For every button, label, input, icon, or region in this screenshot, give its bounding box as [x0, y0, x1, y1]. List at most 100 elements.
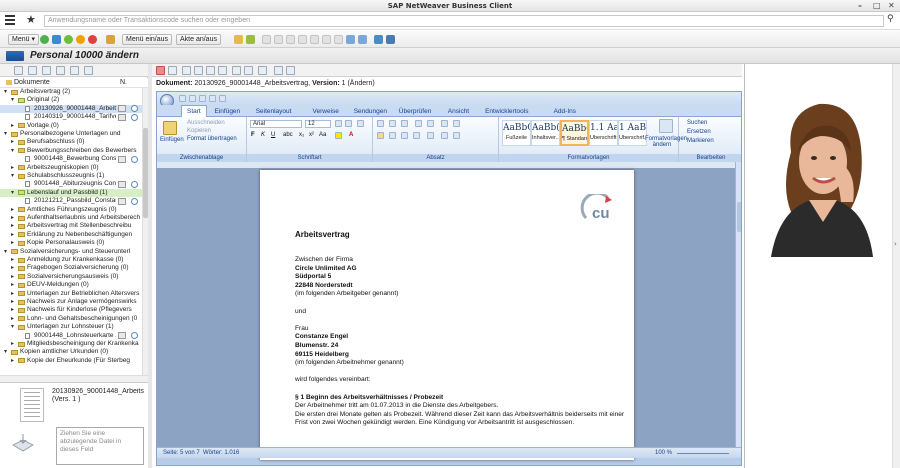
decrease-indent-icon[interactable] — [415, 120, 422, 127]
hamburger-menu-icon[interactable] — [5, 15, 15, 25]
tree-row[interactable]: ▸ Mitgliedsbescheinigung der Krankenka — [0, 340, 148, 348]
doc-tool-icon-2[interactable] — [206, 66, 215, 75]
file-toggle-button[interactable]: Akte an/aus — [176, 34, 221, 45]
tree-row[interactable]: ▸ Vorlage (0) — [0, 122, 148, 130]
tree-row[interactable]: ▾ Schulabschlusszeugnis (1) — [0, 172, 148, 180]
attachment-icon[interactable] — [118, 155, 126, 163]
expand-icon[interactable]: ▸ — [11, 357, 14, 365]
tree-tool-icon-5[interactable] — [70, 66, 79, 75]
doc-tool-icon-5[interactable] — [244, 66, 253, 75]
numbering-icon[interactable] — [389, 120, 396, 127]
tree-row[interactable]: ▾ Unterlagen zur Lohnsteuer (1) — [0, 323, 148, 331]
minimize-icon[interactable]: – — [858, 0, 862, 12]
collapse-icon[interactable]: ▾ — [11, 323, 14, 331]
line-spacing-icon[interactable] — [427, 132, 434, 139]
expand-icon[interactable]: ▸ — [11, 290, 14, 298]
tree-row[interactable]: ▾ Original (2) — [0, 96, 148, 104]
tree-row[interactable]: ▸ Lohn- und Gehaltsbescheinigungen (0 — [0, 315, 148, 323]
collapse-icon[interactable]: ▾ — [4, 248, 7, 256]
command-search-input[interactable]: Anwendungsname oder Transaktionscode suc… — [44, 15, 884, 27]
tree-row[interactable]: ▸ Sozialversicherungsausweis (0) — [0, 273, 148, 281]
tree-hscrollbar[interactable] — [0, 375, 148, 382]
layout-icon[interactable] — [346, 35, 355, 44]
style-option[interactable]: AaBb(Inhaltsver... — [531, 120, 560, 146]
tree-row[interactable]: ▾ Kopien amtlicher Urkunden (0) — [0, 348, 148, 356]
word-tab-überprüfen[interactable]: Überprüfen — [399, 106, 432, 117]
tree-row[interactable]: ▸ Nachweis für Kinderlose (Pflegevers — [0, 306, 148, 314]
tree-row[interactable]: 20121212_Passbild_Constanze — [0, 197, 148, 205]
paste-icon[interactable] — [163, 121, 177, 135]
back-icon[interactable] — [64, 35, 73, 44]
subscript-icon[interactable]: x₂ — [299, 132, 304, 138]
find-button[interactable]: Suchen — [687, 120, 707, 126]
quick-access-more-icon[interactable] — [219, 95, 226, 102]
font-size-select[interactable]: 12 — [305, 120, 331, 128]
underline-icon[interactable]: U — [271, 132, 275, 138]
attachment-icon[interactable] — [118, 180, 126, 188]
justify-icon[interactable] — [413, 132, 420, 139]
cut-button[interactable]: Ausschneiden — [187, 120, 225, 126]
status-icon[interactable] — [131, 155, 138, 163]
expand-icon[interactable]: ▸ — [11, 264, 14, 272]
monitor-icon[interactable] — [386, 35, 395, 44]
collapse-icon[interactable]: ▾ — [11, 96, 14, 104]
expand-icon[interactable]: ▸ — [11, 214, 14, 222]
first-page-icon[interactable] — [262, 35, 271, 44]
highlight-icon[interactable] — [335, 132, 342, 139]
status-icon[interactable] — [131, 105, 138, 113]
collapse-icon[interactable]: ▾ — [4, 130, 7, 138]
expand-icon[interactable]: ▸ — [11, 281, 14, 289]
tree-row[interactable]: ▸ DEÜV-Meldungen (0) — [0, 281, 148, 289]
menu-button[interactable]: Menü ▾ — [8, 34, 39, 45]
bold-icon[interactable]: F — [251, 132, 255, 138]
close-icon[interactable]: ✕ — [888, 0, 895, 12]
help-icon[interactable] — [374, 35, 383, 44]
word-tab-start[interactable]: Start — [181, 105, 207, 117]
grow-font-icon[interactable] — [335, 120, 342, 127]
word-tab-seitenlayout[interactable]: Seitenlayout — [256, 106, 292, 117]
clear-format-icon[interactable] — [357, 120, 364, 127]
sort-icon[interactable] — [441, 120, 448, 127]
collapse-arrow-icon[interactable]: › — [894, 240, 897, 248]
tree-row[interactable]: ▾ Bewerbungsschreiben des Bewerbers — [0, 147, 148, 155]
delete-icon[interactable] — [156, 66, 165, 75]
expand-icon[interactable]: ▸ — [11, 315, 14, 323]
undo-icon[interactable] — [189, 95, 196, 102]
font-color-icon[interactable]: A — [349, 132, 353, 138]
document-page[interactable]: cu Arbeitsvertrag Zwischen der Firma Circ… — [260, 170, 634, 460]
word-tab-einfügen[interactable]: Einfügen — [215, 106, 241, 117]
shading-icon[interactable] — [441, 132, 448, 139]
doc-tool-icon-1[interactable] — [194, 66, 203, 75]
align-center-icon[interactable] — [389, 132, 396, 139]
status-icon[interactable] — [131, 332, 138, 340]
tree-row[interactable]: ▸ Unterlagen zur Betrieblichen Altersvers — [0, 290, 148, 298]
tree-tool-icon-1[interactable] — [14, 66, 23, 75]
word-tab-sendungen[interactable]: Sendungen — [354, 106, 387, 117]
expand-icon[interactable]: ▸ — [11, 222, 14, 230]
last-page-icon[interactable] — [298, 35, 307, 44]
find-icon[interactable] — [322, 35, 331, 44]
tree-row[interactable]: ▸ Aufenthaltserlaubnis und Arbeitsberech — [0, 214, 148, 222]
word-scrollbar[interactable] — [735, 162, 741, 447]
cancel-icon[interactable] — [88, 35, 97, 44]
tree-row[interactable]: ▸ Arbeitsvertrag mit Stellenbeschreibu — [0, 222, 148, 230]
bullets-icon[interactable] — [377, 120, 384, 127]
check-icon[interactable] — [40, 35, 49, 44]
format-painter-button[interactable]: Format übertragen — [187, 136, 237, 142]
file-drop-zone[interactable]: Ziehen Sie eine abzulegende Datei in die… — [56, 427, 144, 465]
pilcrow-icon[interactable] — [453, 120, 460, 127]
expand-icon[interactable]: ▸ — [11, 138, 14, 146]
expand-icon[interactable]: ▸ — [11, 206, 14, 214]
tree-row[interactable]: 9001448_Abiturzeugnis Consta — [0, 180, 148, 188]
collapse-icon[interactable]: ▾ — [4, 348, 7, 356]
expand-icon[interactable]: ▸ — [11, 164, 14, 172]
menu-toggle-button[interactable]: Menü ein/aus — [122, 34, 173, 45]
copy-icon[interactable] — [310, 35, 319, 44]
tree-row[interactable]: ▾ Personalbezogene Unterlagen und — [0, 130, 148, 138]
collapse-icon[interactable]: ▾ — [11, 189, 14, 197]
strikethrough-icon[interactable]: abc — [283, 132, 293, 138]
tree-tool-icon-4[interactable] — [56, 66, 65, 75]
collapse-icon[interactable]: ▾ — [11, 147, 14, 155]
expand-icon[interactable]: ▸ — [11, 122, 14, 130]
tree-row[interactable]: ▸ Kopie der Eheurkunde (Für Sterbeg — [0, 357, 148, 365]
